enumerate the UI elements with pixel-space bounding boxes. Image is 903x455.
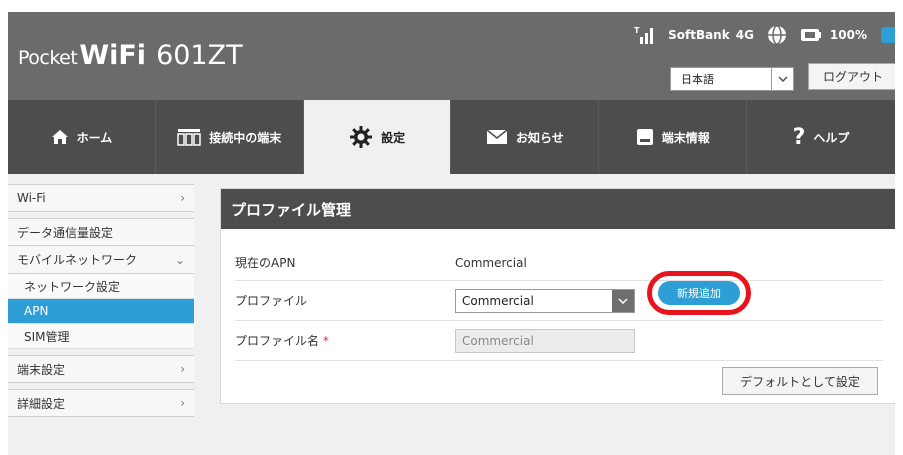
sidebar-item-advanced[interactable]: 詳細設定 › [8, 389, 194, 417]
nav-help[interactable]: ? ヘルプ [747, 100, 895, 174]
sidebar-subitem-network-settings[interactable]: ネットワーク設定 [8, 274, 194, 299]
sidebar-item-label: SIM管理 [24, 329, 70, 344]
battery-level: 100% [829, 28, 867, 42]
sidebar-item-wifi[interactable]: Wi-Fi › [8, 184, 194, 212]
sidebar-item-label: ネットワーク設定 [24, 279, 121, 294]
nav-device-info-label: 端末情報 [661, 130, 710, 145]
sidebar-item-label: APN [24, 304, 49, 318]
logo-wifi: WiFi [79, 40, 147, 71]
globe-icon [767, 25, 786, 45]
nav-help-label: ヘルプ [813, 130, 850, 145]
profile-panel: プロファイル管理 現在のAPN Commercial プロファイル Commer… [220, 188, 895, 404]
mail-icon [486, 129, 508, 144]
sidebar-item-device-settings[interactable]: 端末設定 › [8, 355, 194, 383]
logo: Pocket WiFi 601ZT [18, 40, 243, 71]
profile-select-value: Commercial [462, 293, 534, 308]
sidebar: Wi-Fi › データ通信量設定 モバイルネットワーク ⌄ ネットワーク設定 A… [8, 184, 194, 417]
profile-name-row: プロファイル名 * Commercial [235, 321, 883, 361]
chevron-down-icon: ⌄ [174, 252, 185, 267]
home-icon [51, 130, 68, 144]
status-bar: T SoftBank 4G 100% [622, 22, 895, 48]
main-nav: ホーム 接続中の端末 設定 お知らせ 端末情報 ? ヘルプ [8, 100, 895, 174]
required-mark: * [322, 334, 329, 348]
nav-home[interactable]: ホーム [8, 100, 156, 174]
nav-notices-label: お知らせ [516, 130, 564, 145]
current-apn-value: Commercial [455, 255, 527, 270]
header: Pocket WiFi 601ZT T SoftBank 4G 100% 日本語… [8, 12, 895, 100]
language-select[interactable]: 日本語 [670, 67, 794, 91]
chevron-down-icon [612, 289, 634, 312]
nav-settings[interactable]: 設定 [303, 100, 452, 174]
chevron-right-icon: › [180, 191, 185, 205]
nav-notices[interactable]: お知らせ [451, 100, 600, 174]
chevron-down-icon [771, 68, 793, 90]
sidebar-item-mobile-network[interactable]: モバイルネットワーク ⌄ [8, 246, 194, 274]
network-type: 4G [735, 28, 754, 42]
language-value: 日本語 [681, 73, 714, 86]
carrier-name: SoftBank [668, 28, 730, 42]
logo-model: 601ZT [156, 40, 243, 71]
signal-icon: T [634, 26, 654, 44]
logo-pocket: Pocket [18, 47, 78, 69]
logout-button[interactable]: ログアウト [808, 63, 895, 90]
nav-devices-label: 接続中の端末 [209, 130, 282, 145]
add-new-button[interactable]: 新規追加 [658, 281, 740, 305]
sidebar-item-label: データ通信量設定 [17, 225, 114, 240]
sidebar-item-label: 詳細設定 [17, 396, 66, 411]
sidebar-item-label: モバイルネットワーク [17, 253, 138, 267]
sidebar-subitem-sim[interactable]: SIM管理 [8, 324, 194, 349]
svg-text:T: T [634, 26, 640, 35]
device-info-icon [636, 129, 653, 145]
highlight-ring: 新規追加 [647, 271, 751, 315]
profile-label: プロファイル [235, 294, 308, 308]
nav-connected-devices[interactable]: 接続中の端末 [156, 100, 304, 174]
sidebar-item-label: Wi-Fi [17, 191, 46, 205]
battery-icon [800, 29, 821, 41]
nav-device-info[interactable]: 端末情報 [599, 100, 748, 174]
nav-settings-label: 設定 [381, 130, 406, 145]
chevron-right-icon: › [180, 396, 185, 410]
profile-select[interactable]: Commercial [455, 288, 635, 313]
current-apn-label: 現在のAPN [235, 256, 296, 270]
set-default-button[interactable]: デフォルトとして設定 [722, 367, 878, 395]
profile-name-label: プロファイル名 * [235, 334, 329, 348]
profile-name-input[interactable]: Commercial [455, 328, 635, 353]
sidebar-item-label: 端末設定 [17, 362, 66, 377]
help-icon: ? [792, 124, 806, 150]
page-title: プロファイル管理 [221, 189, 895, 229]
status-tab[interactable] [881, 27, 895, 43]
profile-row: プロファイル Commercial [235, 281, 883, 321]
nav-home-label: ホーム [76, 130, 113, 145]
sidebar-item-data-usage[interactable]: データ通信量設定 [8, 218, 194, 246]
gear-icon [350, 126, 373, 148]
chevron-right-icon: › [180, 362, 185, 376]
current-apn-row: 現在のAPN Commercial [235, 245, 883, 281]
sidebar-subitem-apn[interactable]: APN [8, 299, 194, 324]
devices-icon [177, 129, 201, 146]
app-frame: Pocket WiFi 601ZT T SoftBank 4G 100% 日本語… [8, 12, 895, 455]
